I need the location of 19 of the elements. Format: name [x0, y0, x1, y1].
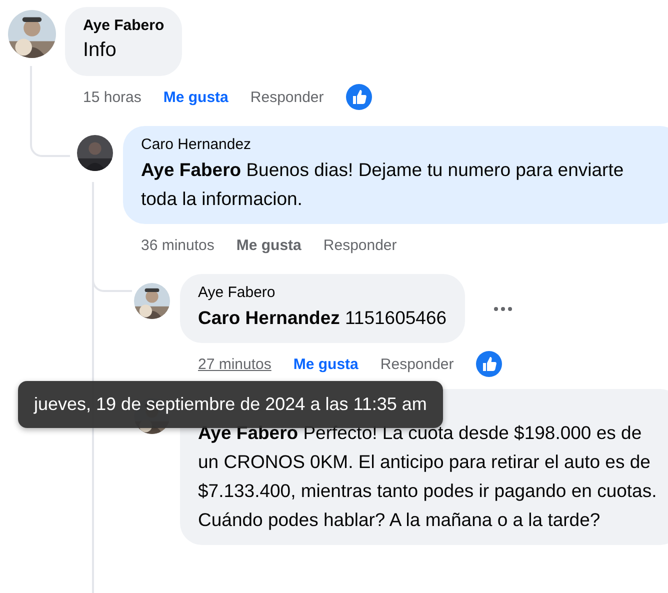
reply-link[interactable]: Responder — [380, 356, 454, 372]
timestamp-link[interactable]: 15 horas — [83, 88, 142, 106]
comment-text: Info — [83, 38, 118, 63]
date-tooltip: jueves, 19 de septiembre de 2024 a las 11:35 am — [18, 381, 443, 428]
reply-link[interactable]: Responder — [323, 236, 397, 254]
like-link[interactable]: Me gusta — [293, 356, 358, 372]
more-options-icon[interactable] — [492, 306, 513, 312]
like-link[interactable]: Me gusta — [163, 88, 228, 106]
like-reaction-icon[interactable] — [476, 351, 502, 377]
like-link[interactable]: Me gusta — [236, 236, 302, 254]
comment-text: Caro Hernandez 1151605466 — [198, 306, 447, 330]
reply-link[interactable]: Responder — [250, 88, 324, 106]
comment-text: Aye Fabero Buenos dias! Dejame tu numero para enviarte toda la informacion. — [141, 158, 625, 211]
author-name[interactable]: Aye Fabero — [83, 17, 164, 34]
timestamp-link[interactable]: 36 minutos — [141, 236, 214, 254]
author-name[interactable]: Caro Hernandez — [141, 136, 664, 153]
like-reaction-icon[interactable] — [346, 84, 372, 110]
timestamp-link[interactable]: 27 minutos — [198, 356, 272, 372]
author-name[interactable]: Aye Fabero — [198, 284, 447, 301]
